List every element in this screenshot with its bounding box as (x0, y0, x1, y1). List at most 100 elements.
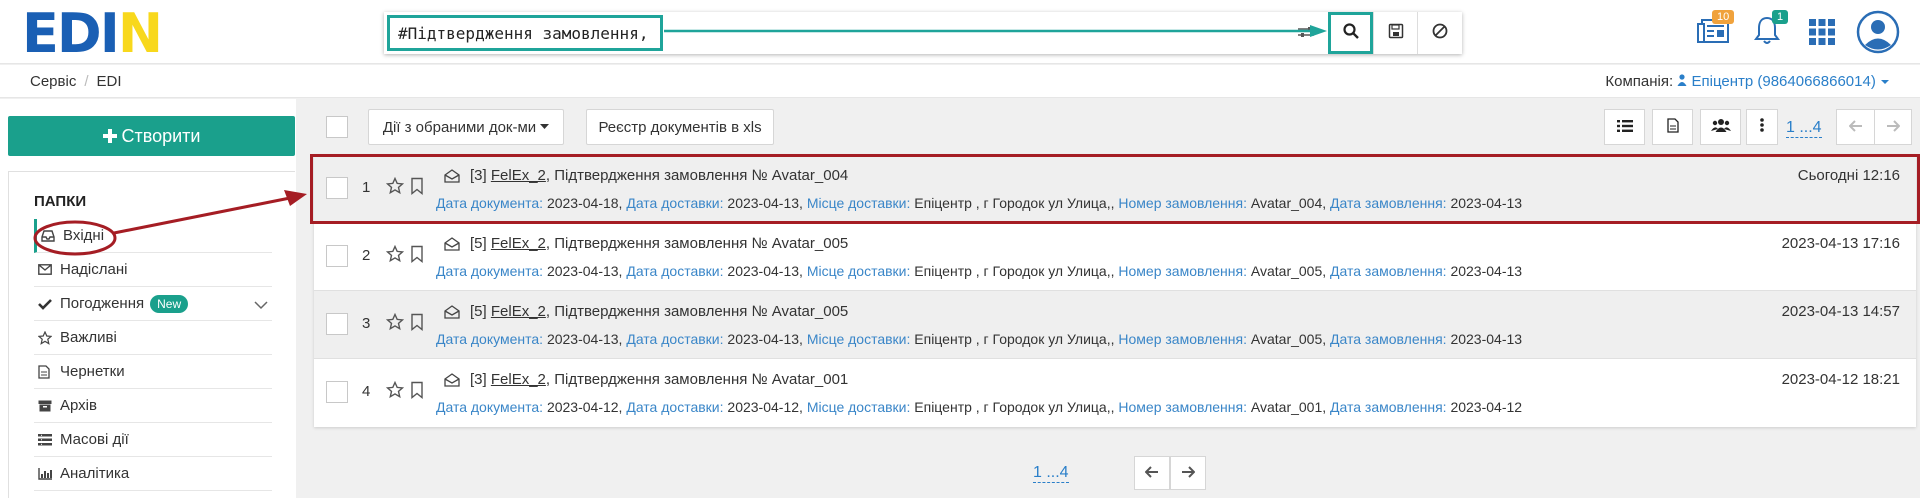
star-icon (34, 330, 60, 345)
bookmark-icon[interactable] (410, 313, 424, 335)
search-button[interactable] (1328, 12, 1373, 54)
company-label: Компанія: (1605, 73, 1674, 90)
table-row[interactable]: 4 [3] FelEx_2, Підтвердження замовлення … (314, 359, 1916, 427)
folders-title: ПАПКИ (34, 193, 87, 210)
list-view-button[interactable] (1604, 109, 1645, 145)
breadcrumb-bar: Сервіс / EDI Компанія: Епіцентр (986406686… (0, 65, 1920, 98)
row-checkbox[interactable] (326, 245, 348, 267)
row-checkbox[interactable] (326, 313, 348, 335)
plus-icon (102, 129, 117, 143)
select-all-checkbox[interactable] (326, 116, 348, 138)
star-icon[interactable] (385, 380, 405, 403)
inbox-icon (37, 229, 63, 242)
bottom-pager[interactable]: 1 ...4 (1033, 464, 1069, 483)
user-icon (1677, 74, 1687, 86)
bottom-next-page-button[interactable] (1170, 456, 1206, 490)
search-input[interactable]: #Підтвердження замовлення, (387, 15, 663, 51)
document-title[interactable]: [3] FelEx_2, Підтвердження замовлення № … (470, 371, 848, 388)
caret-down-icon (540, 124, 550, 129)
row-number: 3 (362, 315, 371, 332)
search-bar: #Підтвердження замовлення, (384, 12, 1462, 54)
table-row[interactable]: 3 [5] FelEx_2, Підтвердження замовлення … (314, 291, 1916, 359)
sidebar-item-analytics[interactable]: Аналітика (34, 457, 272, 491)
top-bar: EDIN #Підтвердження замовлення, 10 1 (0, 0, 1920, 64)
bar-chart-icon (34, 467, 60, 480)
document-title[interactable]: [5] FelEx_2, Підтвердження замовлення № … (470, 235, 848, 252)
sidebar-item-label: Надіслані (60, 261, 128, 278)
arrow-left-icon (1144, 465, 1159, 482)
users-icon (1710, 118, 1731, 136)
prev-page-button[interactable] (1836, 109, 1874, 145)
bulk-actions-label: Дії з обраними док-ми (382, 118, 537, 136)
envelope-open-icon (444, 305, 460, 323)
bookmark-icon[interactable] (410, 381, 424, 403)
envelope-open-icon (444, 373, 460, 391)
document-meta: Дата документа: 2023-04-13, Дата доставк… (436, 331, 1523, 347)
sliders-icon[interactable] (1296, 24, 1316, 44)
group-view-button[interactable] (1700, 109, 1741, 145)
star-icon[interactable] (385, 244, 405, 267)
bottom-prev-page-button[interactable] (1134, 456, 1170, 490)
file-icon (34, 364, 60, 379)
edin-logo[interactable]: EDIN (22, 6, 163, 62)
document-icon (1666, 117, 1679, 137)
save-search-button[interactable] (1373, 12, 1418, 54)
next-page-button[interactable] (1874, 109, 1912, 145)
envelope-open-icon (444, 169, 460, 187)
star-icon[interactable] (385, 176, 405, 199)
sidebar-item-archive[interactable]: Архів (34, 389, 272, 423)
chevron-down-icon[interactable] (254, 297, 268, 314)
user-avatar-icon[interactable] (1856, 10, 1900, 58)
arrow-right-icon (1886, 119, 1901, 136)
row-checkbox[interactable] (326, 381, 348, 403)
document-time: 2023-04-12 18:21 (1781, 371, 1900, 388)
document-title[interactable]: [5] FelEx_2, Підтвердження замовлення № … (470, 303, 848, 320)
top-pager[interactable]: 1 ...4 (1786, 119, 1822, 138)
sidebar-item-label: Масові дії (60, 431, 129, 448)
sidebar-item-important[interactable]: Важливі (34, 321, 272, 355)
table-row[interactable]: 2 [5] FelEx_2, Підтвердження замовлення … (314, 223, 1916, 291)
sidebar-item-label: Архів (60, 397, 97, 414)
envelope-icon (34, 264, 60, 275)
sidebar-item-approval[interactable]: Погодження New (34, 287, 272, 321)
sidebar-item-drafts[interactable]: Чернетки (34, 355, 272, 389)
notifications-badge: 1 (1772, 10, 1789, 24)
more-options-button[interactable] (1746, 109, 1778, 145)
row-checkbox[interactable] (326, 177, 348, 199)
archive-icon (34, 400, 60, 412)
list-icon (34, 433, 60, 446)
document-view-button[interactable] (1652, 109, 1693, 145)
arrow-right-icon (1181, 465, 1196, 482)
breadcrumb: Сервіс / EDI (30, 73, 122, 90)
document-time: Сьогодні 12:16 (1797, 167, 1900, 184)
document-time: 2023-04-13 17:16 (1781, 235, 1900, 252)
sidebar-item-label: Вхідні (63, 227, 105, 244)
list-view-icon (1616, 119, 1633, 136)
breadcrumb-item-service[interactable]: Сервіс (30, 73, 76, 90)
check-icon (34, 298, 60, 310)
export-xls-button[interactable]: Реєстр документів в xls (586, 109, 774, 145)
table-row[interactable]: 1 [3] FelEx_2, Підтвердження замовлення … (314, 155, 1916, 223)
envelope-open-icon (444, 237, 460, 255)
sidebar-item-incoming[interactable]: Вхідні (34, 219, 272, 253)
document-time: 2023-04-13 14:57 (1781, 303, 1900, 320)
left-sidebar: Створити ПАПКИ Вхідні Надіслані Погоджен… (0, 99, 296, 498)
create-button[interactable]: Створити (8, 116, 295, 156)
company-link[interactable]: Епіцентр (9864066866014) (1677, 73, 1890, 90)
sidebar-item-bulk-actions[interactable]: Масові дії (34, 423, 272, 457)
star-icon[interactable] (385, 312, 405, 335)
reset-search-button[interactable] (1417, 12, 1462, 54)
apps-grid-icon[interactable] (1808, 18, 1836, 50)
bulk-actions-dropdown[interactable]: Дії з обраними док-ми (368, 109, 564, 145)
document-title[interactable]: [3] FelEx_2, Підтвердження замовлення № … (470, 167, 848, 184)
news-badge: 10 (1712, 10, 1735, 24)
arrow-left-icon (1848, 119, 1863, 136)
breadcrumb-item-edi[interactable]: EDI (97, 73, 122, 90)
save-icon (1388, 23, 1404, 43)
export-xls-label: Реєстр документів в xls (598, 118, 762, 136)
sidebar-item-sent[interactable]: Надіслані (34, 253, 272, 287)
row-number: 1 (362, 179, 371, 196)
search-icon (1342, 22, 1360, 44)
bookmark-icon[interactable] (410, 245, 424, 267)
bookmark-icon[interactable] (410, 177, 424, 199)
